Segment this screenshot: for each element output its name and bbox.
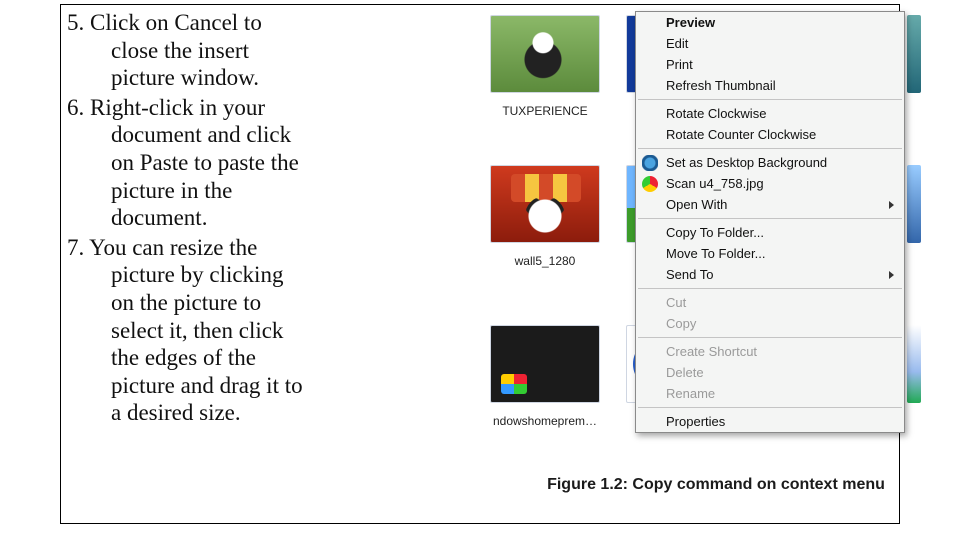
menu-item-copy[interactable]: Copy — [636, 313, 904, 334]
menu-separator — [638, 99, 902, 100]
instruction-text: the edges of the — [67, 344, 467, 372]
menu-label: Properties — [666, 414, 725, 429]
menu-item-set-background[interactable]: Set as Desktop Background — [636, 152, 904, 173]
menu-label: Copy To Folder... — [666, 225, 764, 240]
context-menu: Preview Edit Print Refresh Thumbnail Rot… — [635, 11, 905, 433]
instruction-text: picture and drag it to — [67, 372, 467, 400]
menu-label: Copy — [666, 316, 696, 331]
slide-frame: 5. Click on Cancel to close the insert p… — [60, 4, 900, 524]
submenu-arrow-icon — [889, 271, 894, 279]
menu-label: Cut — [666, 295, 686, 310]
menu-separator — [638, 337, 902, 338]
instruction-text: Right-click in your — [90, 95, 265, 120]
menu-item-edit[interactable]: Edit — [636, 33, 904, 54]
menu-separator — [638, 218, 902, 219]
menu-item-properties[interactable]: Properties — [636, 411, 904, 432]
instruction-text: a desired size. — [67, 399, 467, 427]
menu-separator — [638, 407, 902, 408]
antivirus-icon — [642, 176, 658, 192]
menu-item-refresh-thumbnail[interactable]: Refresh Thumbnail — [636, 75, 904, 96]
list-number: 7. — [67, 235, 84, 260]
instruction-item-7: 7. You can resize the picture by clickin… — [67, 234, 467, 427]
thumbnail[interactable]: wall5_1280 — [485, 165, 605, 270]
menu-label: Rename — [666, 386, 715, 401]
menu-item-rotate-cw[interactable]: Rotate Clockwise — [636, 103, 904, 124]
menu-item-cut[interactable]: Cut — [636, 292, 904, 313]
thumbnail[interactable]: ndowshomeprem… — [485, 325, 605, 430]
figure-caption: Figure 1.2: Copy command on context menu — [531, 475, 901, 495]
menu-item-scan[interactable]: Scan u4_758.jpg — [636, 173, 904, 194]
instruction-text: close the insert — [67, 37, 467, 65]
menu-item-move-to[interactable]: Move To Folder... — [636, 243, 904, 264]
instruction-item-5: 5. Click on Cancel to close the insert p… — [67, 9, 467, 92]
thumbnail[interactable]: TUXPERIENCE — [485, 15, 605, 120]
instruction-text: picture by clicking — [67, 261, 467, 289]
list-number: 6. — [67, 95, 84, 120]
instruction-text: on Paste to paste the — [67, 149, 467, 177]
menu-item-print[interactable]: Print — [636, 54, 904, 75]
menu-label: Print — [666, 57, 693, 72]
menu-label: Move To Folder... — [666, 246, 765, 261]
menu-label: Refresh Thumbnail — [666, 78, 776, 93]
menu-item-send-to[interactable]: Send To — [636, 264, 904, 285]
desktop-icon — [642, 155, 658, 171]
menu-label: Scan u4_758.jpg — [666, 176, 764, 191]
instruction-item-6: 6. Right-click in your document and clic… — [67, 94, 467, 232]
menu-label: Open With — [666, 197, 727, 212]
submenu-arrow-icon — [889, 201, 894, 209]
menu-label: Preview — [666, 15, 715, 30]
menu-label: Rotate Clockwise — [666, 106, 766, 121]
instruction-text: picture window. — [67, 64, 467, 92]
instruction-text: select it, then click — [67, 317, 467, 345]
cropped-thumbnail — [907, 165, 921, 243]
instruction-text: on the picture to — [67, 289, 467, 317]
menu-separator — [638, 148, 902, 149]
instruction-list: 5. Click on Cancel to close the insert p… — [67, 9, 467, 429]
menu-label: Rotate Counter Clockwise — [666, 127, 816, 142]
menu-label: Send To — [666, 267, 713, 282]
menu-item-preview[interactable]: Preview — [636, 12, 904, 33]
menu-item-open-with[interactable]: Open With — [636, 194, 904, 215]
menu-label: Set as Desktop Background — [666, 155, 827, 170]
instruction-text: document. — [67, 204, 467, 232]
menu-item-rotate-ccw[interactable]: Rotate Counter Clockwise — [636, 124, 904, 145]
thumbnail-label: ndowshomeprem… — [493, 414, 597, 428]
cropped-thumbnail — [907, 325, 921, 403]
thumbnail-image-windows — [490, 325, 600, 403]
instruction-text: Click on Cancel to — [90, 10, 262, 35]
thumbnail-label: TUXPERIENCE — [502, 104, 587, 118]
menu-item-rename[interactable]: Rename — [636, 383, 904, 404]
thumbnail-image-panda — [490, 165, 600, 243]
menu-label: Create Shortcut — [666, 344, 757, 359]
menu-item-copy-to[interactable]: Copy To Folder... — [636, 222, 904, 243]
menu-item-delete[interactable]: Delete — [636, 362, 904, 383]
menu-separator — [638, 288, 902, 289]
instruction-text: You can resize the — [89, 235, 257, 260]
menu-item-create-shortcut[interactable]: Create Shortcut — [636, 341, 904, 362]
instruction-text: picture in the — [67, 177, 467, 205]
list-number: 5. — [67, 10, 84, 35]
instruction-text: document and click — [67, 121, 467, 149]
menu-label: Delete — [666, 365, 704, 380]
thumbnail-label: wall5_1280 — [515, 254, 576, 268]
cropped-thumbnail — [907, 15, 921, 93]
thumbnail-image-tux — [490, 15, 600, 93]
menu-label: Edit — [666, 36, 688, 51]
